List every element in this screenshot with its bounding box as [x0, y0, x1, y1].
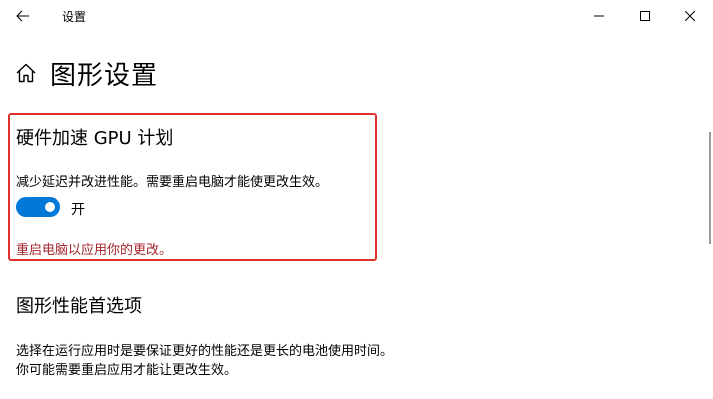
close-button[interactable]: [667, 0, 713, 32]
graphics-preference-heading: 图形性能首选项: [16, 296, 142, 317]
home-button[interactable]: [14, 61, 38, 85]
maximize-button[interactable]: [622, 0, 668, 32]
title-bar: 设置: [0, 0, 713, 32]
back-button[interactable]: [6, 2, 40, 30]
toggle-knob: [45, 202, 55, 212]
graphics-preference-description-line1: 选择在运行应用时是要保证更好的性能还是更长的电池使用时间。: [16, 344, 394, 359]
minimize-icon: [594, 15, 604, 17]
scrollbar[interactable]: [709, 132, 711, 244]
graphics-preference-description-line2: 你可能需要重启应用才能让更改生效。: [16, 363, 238, 378]
gpu-scheduling-description: 减少延迟并改进性能。需要重启电脑才能使更改生效。: [16, 175, 329, 190]
window-title: 设置: [62, 10, 87, 24]
settings-window: 设置 图形设置 硬件加速 GPU 计划 减少延迟并改进性能。需要重启电脑才能使更…: [0, 0, 713, 399]
back-arrow-icon: [16, 10, 29, 22]
page-title: 图形设置: [50, 61, 159, 91]
minimize-button[interactable]: [576, 0, 622, 32]
gpu-scheduling-toggle[interactable]: [16, 197, 60, 217]
gpu-scheduling-toggle-label: 开: [71, 202, 85, 218]
home-icon: [16, 63, 36, 83]
maximize-icon: [640, 11, 650, 21]
gpu-scheduling-heading: 硬件加速 GPU 计划: [16, 128, 174, 149]
restart-required-note: 重启电脑以应用你的更改。: [16, 243, 173, 258]
close-icon: [685, 11, 695, 21]
